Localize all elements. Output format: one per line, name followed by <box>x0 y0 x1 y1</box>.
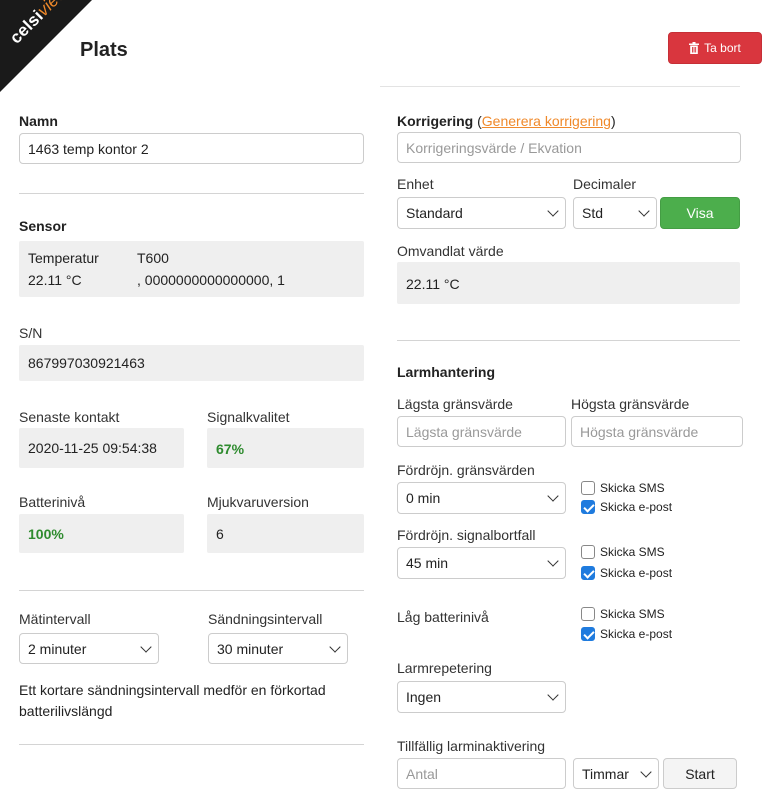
low-battery-email-checkbox[interactable] <box>581 627 595 641</box>
low-battery-label: Låg batterinivå <box>397 609 489 625</box>
temp-deactivation-unit-value: Timmar <box>582 765 629 782</box>
decimals-label: Decimaler <box>573 176 637 192</box>
unit-label: Enhet <box>397 176 434 192</box>
delete-button-label: Ta bort <box>704 41 741 55</box>
measure-interval-value: 2 minuter <box>28 640 87 657</box>
temp-deactivation-unit-select[interactable]: Timmar <box>573 758 659 789</box>
battery-label: Batterinivå <box>19 494 86 510</box>
name-input[interactable]: 1463 temp kontor 2 <box>19 133 364 164</box>
last-contact-label: Senaste kontakt <box>19 409 120 425</box>
chevron-down-icon <box>638 205 650 217</box>
sensor-type: Temperatur <box>28 250 99 266</box>
signal-percent: 67% <box>216 441 245 457</box>
sms-label: Skicka SMS <box>600 545 665 559</box>
delay-limits-sms-checkbox[interactable] <box>581 481 595 495</box>
header-divider <box>380 86 740 87</box>
alarm-repeat-label: Larmrepetering <box>397 660 492 676</box>
send-interval-value: 30 minuter <box>217 640 284 657</box>
email-label: Skicka e-post <box>600 566 673 580</box>
email-label: Skicka e-post <box>600 500 673 514</box>
chevron-down-icon <box>140 640 152 653</box>
correction-label: Korrigering (Generera korrigering) <box>397 113 616 129</box>
chevron-down-icon <box>640 765 652 778</box>
delay-limits-email-checkbox[interactable] <box>581 500 595 514</box>
send-interval-note: Ett kortare sändningsintervall medför en… <box>19 682 326 719</box>
decimals-value: Std <box>582 205 604 221</box>
low-battery-sms-checkbox[interactable] <box>581 607 595 621</box>
low-limit-label: Lägsta gränsvärde <box>397 396 513 412</box>
divider <box>19 193 364 194</box>
email-label: Skicka e-post <box>600 627 673 641</box>
send-interval-select[interactable]: 30 minuter <box>208 633 348 664</box>
alarm-repeat-value: Ingen <box>406 689 442 705</box>
unit-select[interactable]: Standard <box>397 197 566 229</box>
delay-signal-sms-checkbox[interactable] <box>581 545 595 559</box>
sensor-model: T600 <box>137 250 169 266</box>
battery-value: 100% <box>19 514 184 553</box>
alarm-repeat-select[interactable]: Ingen <box>397 681 566 713</box>
battery-percent: 100% <box>28 526 64 542</box>
divider <box>397 340 740 341</box>
firmware-label: Mjukvaruversion <box>207 494 309 510</box>
delay-limits-label: Fördröjn. gränsvärden <box>397 462 535 478</box>
start-button[interactable]: Start <box>663 758 737 789</box>
alarm-title: Larmhantering <box>397 364 496 380</box>
generate-correction-link[interactable]: Generera korrigering <box>482 113 611 129</box>
delay-signal-value: 45 min <box>406 555 449 571</box>
delay-signal-label: Fördröjn. signalbortfall <box>397 527 536 543</box>
decimals-select[interactable]: Std <box>573 197 657 229</box>
sensor-details: , 0000000000000000, 1 <box>137 272 285 288</box>
measure-interval-label: Mätintervall <box>19 611 91 627</box>
divider <box>19 590 364 591</box>
signal-value: 67% <box>207 428 364 468</box>
last-contact-value: 2020-11-25 09:54:38 <box>19 428 184 468</box>
temp-deactivation-label: Tillfällig larminaktivering <box>397 738 546 754</box>
trash-icon <box>689 42 700 54</box>
sn-label: S/N <box>19 325 43 341</box>
send-interval-label: Sändningsintervall <box>208 611 323 627</box>
converted-value: 22.11 °C <box>397 262 740 304</box>
page-title: Plats <box>80 39 128 61</box>
chevron-down-icon <box>547 689 559 701</box>
sn-value: 867997030921463 <box>19 345 364 381</box>
converted-label: Omvandlat värde <box>397 243 504 259</box>
sensor-label: Sensor <box>19 218 67 234</box>
name-label: Namn <box>19 113 58 129</box>
high-limit-label: Högsta gränsvärde <box>571 396 690 412</box>
show-button[interactable]: Visa <box>660 197 740 229</box>
delay-limits-select[interactable]: 0 min <box>397 482 566 514</box>
divider <box>19 744 364 745</box>
chevron-down-icon <box>547 205 559 217</box>
firmware-value: 6 <box>207 514 364 553</box>
sensor-info: Temperatur T600 22.11 °C , 0000000000000… <box>19 241 364 297</box>
chevron-down-icon <box>547 490 559 502</box>
sms-label: Skicka SMS <box>600 481 665 495</box>
delay-signal-select[interactable]: 45 min <box>397 547 566 579</box>
sms-label: Skicka SMS <box>600 607 665 621</box>
delay-limits-value: 0 min <box>406 490 441 506</box>
delay-signal-email-checkbox[interactable] <box>581 566 595 580</box>
signal-label: Signalkvalitet <box>207 409 290 425</box>
sensor-reading: 22.11 °C <box>28 272 82 288</box>
temp-deactivation-count-input[interactable]: Antal <box>397 758 566 789</box>
delete-button[interactable]: Ta bort <box>668 32 762 64</box>
chevron-down-icon <box>329 640 341 653</box>
high-limit-input[interactable]: Högsta gränsvärde <box>571 416 743 447</box>
correction-input[interactable]: Korrigeringsvärde / Ekvation <box>397 132 741 163</box>
low-limit-input[interactable]: Lägsta gränsvärde <box>397 416 566 447</box>
chevron-down-icon <box>547 555 559 567</box>
unit-value: Standard <box>406 205 463 221</box>
measure-interval-select[interactable]: 2 minuter <box>19 633 159 664</box>
